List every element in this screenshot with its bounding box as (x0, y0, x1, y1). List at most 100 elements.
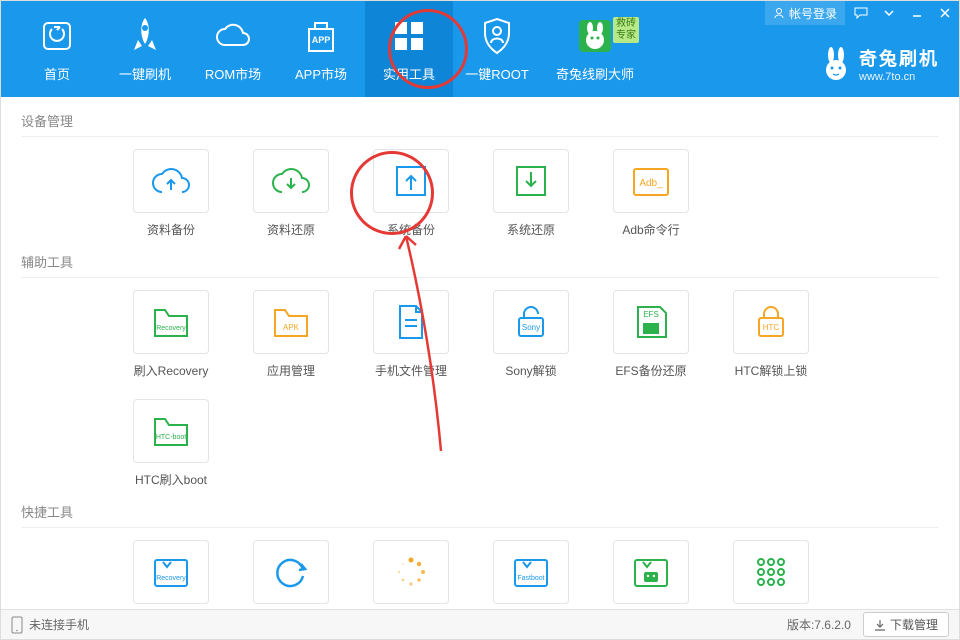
minimize-button[interactable] (903, 1, 931, 25)
terminal-icon: Adb_ (629, 162, 673, 200)
refresh-icon (271, 552, 311, 592)
nav-label: 实用工具 (383, 64, 435, 83)
speech-icon (854, 7, 868, 19)
tool-row: Recovery 进入Recovery模式 恢复出厂设置 重启设备 Fastbo… (21, 540, 939, 609)
disk-efs-icon: EFS (632, 303, 670, 341)
close-icon (939, 7, 951, 19)
rocket-icon (125, 16, 165, 56)
tool-htc-boot[interactable]: HTC-boot HTC刷入boot (121, 399, 221, 488)
svg-text:Recovery: Recovery (156, 325, 186, 332)
tool-data-restore[interactable]: 资料还原 (241, 149, 341, 238)
divider (21, 527, 939, 528)
grid-icon (389, 16, 429, 56)
android-download-icon (629, 552, 673, 592)
user-icon (773, 7, 785, 19)
nav-tools[interactable]: 实用工具 (365, 1, 453, 97)
tool-app-manage[interactable]: APK 应用管理 (241, 290, 341, 379)
content: 设备管理 资料备份 资料还原 系统备份 系统还原 Adb_ Adb命令行 (1, 97, 959, 609)
brand: 奇兔刷机 www.7to.cn (821, 45, 939, 83)
tool-row: Recovery 刷入Recovery APK 应用管理 手机文件管理 Sony… (21, 290, 939, 488)
svg-text:APP: APP (312, 35, 331, 45)
tool-file-manage[interactable]: 手机文件管理 (361, 290, 461, 379)
lock-htc-icon: HTC (752, 302, 790, 342)
box-down-icon (512, 162, 550, 200)
tool-label: 系统备份 (387, 221, 435, 238)
tool-row: 资料备份 资料还原 系统备份 系统还原 Adb_ Adb命令行 (21, 149, 939, 238)
nav-rom[interactable]: ROM市场 (189, 1, 277, 97)
box-up-icon (392, 162, 430, 200)
tool-system-backup[interactable]: 系统备份 (361, 149, 461, 238)
nav-label: APP市场 (295, 64, 347, 83)
tool-data-backup[interactable]: 资料备份 (121, 149, 221, 238)
tool-label: EFS备份还原 (615, 362, 686, 379)
section-assist: 辅助工具 Recovery 刷入Recovery APK 应用管理 手机文件管理… (21, 252, 939, 488)
tool-label: Sony解锁 (505, 362, 556, 379)
main-nav: 首页 一键刷机 ROM市场 APP APP市场 实 (1, 1, 649, 97)
nav-label: 奇兔线刷大师 (556, 64, 634, 83)
file-icon (394, 302, 428, 342)
nav-app[interactable]: APP APP市场 (277, 1, 365, 97)
tool-enter-recovery[interactable]: Recovery 进入Recovery模式 (121, 540, 221, 609)
section-title: 设备管理 (21, 111, 939, 130)
tool-system-restore[interactable]: 系统还原 (481, 149, 581, 238)
tool-htc-lock[interactable]: HTC HTC解锁上锁 (721, 290, 821, 379)
svg-text:APK: APK (283, 323, 300, 332)
brand-title: 奇兔刷机 (859, 45, 939, 71)
svg-text:Recovery: Recovery (156, 575, 186, 582)
nav-home[interactable]: 首页 (13, 1, 101, 97)
section-quick: 快捷工具 Recovery 进入Recovery模式 恢复出厂设置 重启设备 F… (21, 502, 939, 609)
enter-fastboot-icon: Fastboot (509, 552, 553, 592)
close-button[interactable] (931, 1, 959, 25)
feedback-button[interactable] (847, 1, 875, 25)
nav-label: 一键刷机 (119, 64, 171, 83)
nav-label: 首页 (44, 64, 70, 83)
svg-text:Sony: Sony (522, 323, 540, 332)
tool-flash-recovery[interactable]: Recovery 刷入Recovery (121, 290, 221, 379)
svg-text:Adb_: Adb_ (639, 178, 663, 189)
login-button[interactable]: 帐号登录 (765, 1, 845, 25)
pattern-icon (752, 553, 790, 591)
section-title: 快捷工具 (21, 502, 939, 521)
tool-sony-unlock[interactable]: Sony Sony解锁 (481, 290, 581, 379)
svg-text:HTC: HTC (763, 323, 780, 332)
window-controls: 帐号登录 (765, 1, 959, 25)
nav-badge: 救砖 专家 (613, 17, 639, 43)
app-icon: APP (301, 16, 341, 56)
svg-text:EFS: EFS (643, 310, 659, 319)
nav-label: ROM市场 (205, 64, 261, 83)
divider (21, 136, 939, 137)
tool-reboot[interactable]: 重启设备 (361, 540, 461, 609)
tool-adb[interactable]: Adb_ Adb命令行 (601, 149, 701, 238)
download-manager-button[interactable]: 下载管理 (863, 612, 949, 637)
status-version: 版本:7.6.2.0 (787, 616, 851, 633)
tool-factory-reset[interactable]: 恢复出厂设置 (241, 540, 341, 609)
shield-icon (477, 16, 517, 56)
cloud-down-icon (269, 164, 313, 198)
cloud-up-icon (149, 164, 193, 198)
chevron-down-icon (884, 10, 894, 16)
tool-label: HTC刷入boot (135, 471, 207, 488)
nav-root[interactable]: 一键ROOT (453, 1, 541, 97)
phone-icon (11, 616, 23, 634)
nav-wireflash[interactable]: 奇兔线刷大师 救砖 专家 (541, 1, 649, 97)
nav-flash[interactable]: 一键刷机 (101, 1, 189, 97)
tool-label: HTC解锁上锁 (735, 362, 808, 379)
tool-label: 手机文件管理 (375, 362, 447, 379)
tool-label: 系统还原 (507, 221, 555, 238)
loading-icon (393, 554, 429, 590)
tool-enter-download[interactable]: 进入挖煤模式 (601, 540, 701, 609)
tool-label: 资料备份 (147, 221, 195, 238)
tool-enter-fastboot[interactable]: Fastboot 进入Fastboot模式 (481, 540, 581, 609)
tool-clear-lock[interactable]: 清除锁屏密码 (721, 540, 821, 609)
top-bar: 首页 一键刷机 ROM市场 APP APP市场 实 (1, 1, 959, 97)
section-title: 辅助工具 (21, 252, 939, 271)
menu-button[interactable] (875, 1, 903, 25)
tool-efs[interactable]: EFS EFS备份还原 (601, 290, 701, 379)
folder-apk-icon: APK (269, 302, 313, 342)
tool-label: 刷入Recovery (134, 362, 209, 379)
tool-label: Adb命令行 (622, 221, 679, 238)
tool-label: 应用管理 (267, 362, 315, 379)
download-label: 下载管理 (890, 616, 938, 633)
folder-recovery-icon: Recovery (149, 302, 193, 342)
brand-url: www.7to.cn (859, 71, 915, 83)
